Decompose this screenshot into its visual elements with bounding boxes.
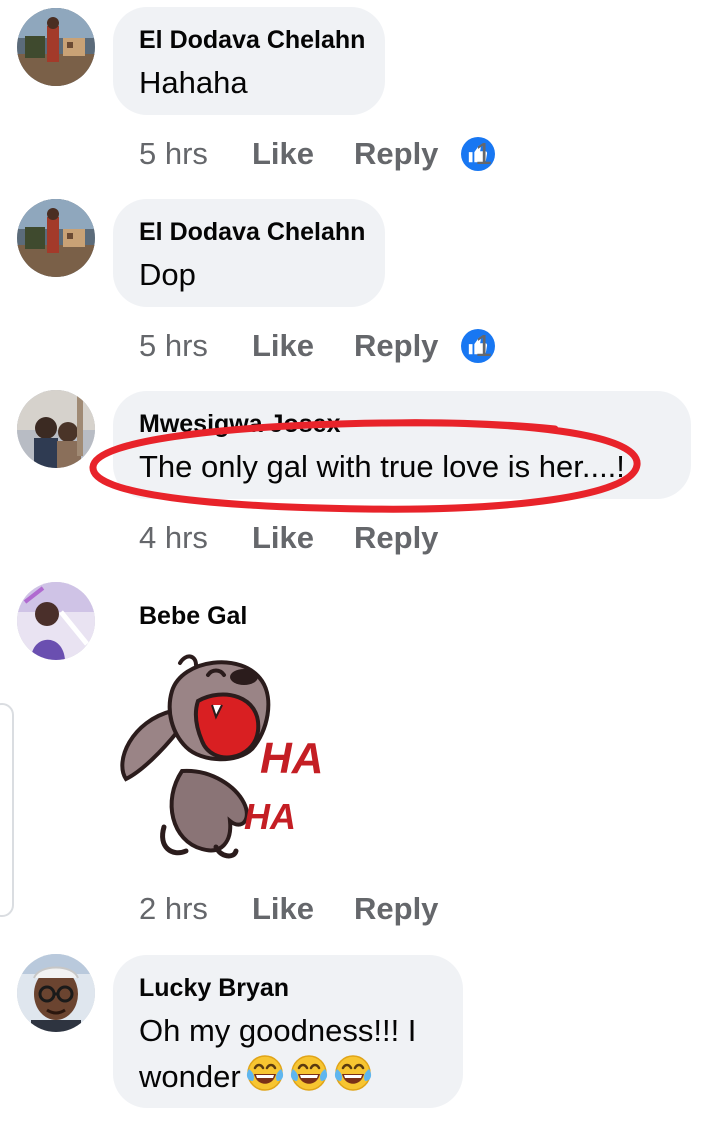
sticker-text: HA <box>244 796 296 837</box>
reply-button[interactable]: Reply <box>354 889 438 929</box>
reaction-count: 1 <box>475 328 493 363</box>
face-with-tears-of-joy-icon <box>333 1053 373 1093</box>
like-button[interactable]: Like <box>252 134 314 174</box>
comment-text: Dop <box>139 257 196 292</box>
comment-bubble: El Dodava Chelahn Hahaha <box>113 7 385 115</box>
reaction-count: 1 <box>475 136 493 171</box>
reply-button[interactable]: Reply <box>354 326 438 366</box>
comment-text: Hahaha <box>139 65 248 100</box>
profile-photo-woman-icon <box>17 582 95 660</box>
comment-text-word: wonder <box>139 1059 241 1094</box>
avatar[interactable] <box>17 390 95 468</box>
laughing-dog-sticker-icon[interactable]: HA HA <box>112 651 342 861</box>
comment-timestamp[interactable]: 5 hrs <box>139 134 208 174</box>
comment-timestamp[interactable]: 2 hrs <box>139 889 208 929</box>
comment-text-line: Oh my goodness!!! I <box>139 1013 417 1048</box>
comment-timestamp[interactable]: 5 hrs <box>139 326 208 366</box>
profile-photo-two-kids-icon <box>17 390 95 468</box>
sticker-text: HA <box>260 734 324 783</box>
side-panel-edge <box>0 703 14 917</box>
comment-text: Oh my goodness!!! I wonder <box>139 1009 437 1099</box>
avatar[interactable] <box>17 8 95 86</box>
comment-timestamp[interactable]: 4 hrs <box>139 518 208 558</box>
avatar[interactable] <box>17 582 95 660</box>
profile-photo-outdoor-icon <box>17 8 95 86</box>
reaction-summary[interactable]: 1 <box>461 134 495 174</box>
reply-button[interactable]: Reply <box>354 518 438 558</box>
face-with-tears-of-joy-icon <box>289 1053 329 1093</box>
reply-button[interactable]: Reply <box>354 134 438 174</box>
like-button[interactable]: Like <box>252 326 314 366</box>
face-with-tears-of-joy-icon <box>245 1053 285 1093</box>
comment-author[interactable]: Bebe Gal <box>139 601 247 631</box>
like-button[interactable]: Like <box>252 518 314 558</box>
comment-text: The only gal with true love is her....! <box>139 449 625 484</box>
avatar[interactable] <box>17 954 95 1032</box>
comment-author[interactable]: El Dodava Chelahn <box>139 25 365 55</box>
comment-bubble: Lucky Bryan Oh my goodness!!! I wonder <box>113 955 463 1108</box>
comment-bubble: Mwesigwa Josex The only gal with true lo… <box>113 391 691 499</box>
comment-author[interactable]: El Dodava Chelahn <box>139 217 365 247</box>
profile-photo-man-glasses-icon <box>17 954 95 1032</box>
comment-bubble: El Dodava Chelahn Dop <box>113 199 385 307</box>
like-button[interactable]: Like <box>252 889 314 929</box>
avatar[interactable] <box>17 199 95 277</box>
comment-text-line: wonder <box>139 1053 437 1099</box>
comment-author[interactable]: Lucky Bryan <box>139 973 437 1003</box>
reaction-summary[interactable]: 1 <box>461 326 495 366</box>
profile-photo-outdoor-icon <box>17 199 95 277</box>
comment-author[interactable]: Mwesigwa Josex <box>139 409 665 439</box>
